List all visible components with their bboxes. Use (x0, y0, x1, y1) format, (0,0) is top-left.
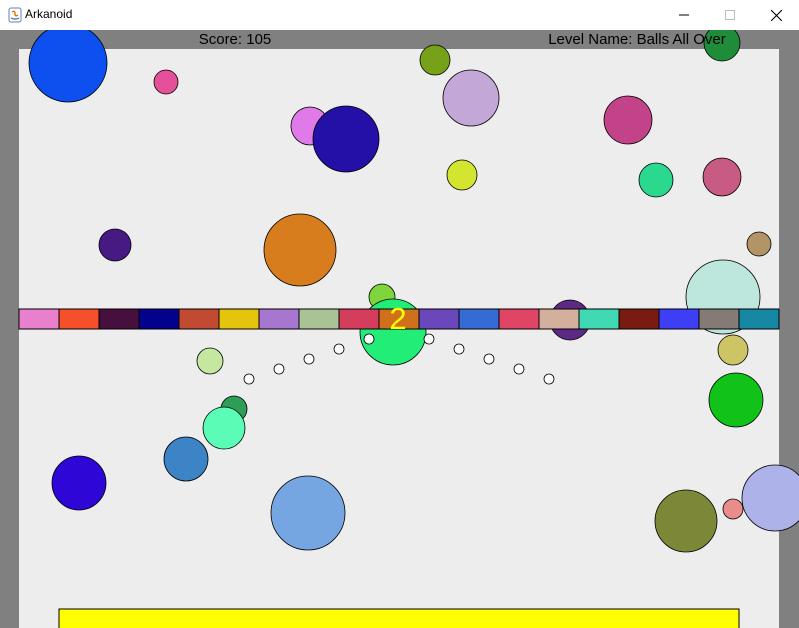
block (418, 308, 460, 330)
title-bar: Arkanoid (0, 0, 799, 31)
ball (423, 333, 435, 345)
block (738, 308, 780, 330)
decor-circle (419, 44, 451, 76)
level-name-label: Level Name: Balls All Over (548, 31, 726, 48)
block (98, 308, 140, 330)
decor-circle (746, 231, 772, 257)
lives-counter: 2 (389, 301, 406, 336)
ball (453, 343, 465, 355)
block (178, 308, 220, 330)
decor-circle (270, 475, 346, 551)
minimize-button[interactable] (661, 0, 707, 30)
decor-circle (654, 489, 718, 553)
ball (333, 343, 345, 355)
block (58, 308, 100, 330)
block (298, 308, 340, 330)
ball (543, 373, 555, 385)
decor-circle (51, 455, 107, 511)
ball (363, 333, 375, 345)
block (18, 308, 60, 330)
block (578, 308, 620, 330)
decor-circle (442, 69, 500, 127)
java-app-icon (8, 7, 22, 23)
close-icon (770, 9, 782, 21)
game-canvas[interactable]: 2 Score: 105 Level Name: Balls All Over (0, 30, 799, 628)
decor-circle (263, 213, 337, 287)
ball (243, 373, 255, 385)
decor-circle (638, 162, 674, 198)
block (658, 308, 700, 330)
decor-circle (722, 498, 744, 520)
block (138, 308, 180, 330)
ball (273, 363, 285, 375)
decor-circle (98, 228, 132, 262)
close-button[interactable] (753, 0, 799, 30)
decor-circle (153, 69, 179, 95)
decor-circle (196, 347, 224, 375)
decor-circle (163, 436, 209, 482)
block (698, 308, 740, 330)
maximize-icon (725, 10, 735, 20)
paddle[interactable] (58, 608, 740, 628)
ball (513, 363, 525, 375)
decor-circle (708, 372, 764, 428)
window-title: Arkanoid (25, 7, 73, 21)
maximize-button[interactable] (707, 0, 753, 30)
decor-circle (202, 406, 246, 450)
minimize-icon (679, 14, 689, 16)
block (218, 308, 260, 330)
block (618, 308, 660, 330)
block (458, 308, 500, 330)
block (338, 308, 380, 330)
decor-circle (702, 157, 742, 197)
ball (483, 353, 495, 365)
decor-circle (717, 334, 749, 366)
ball (303, 353, 315, 365)
block (498, 308, 540, 330)
decor-circle (446, 159, 478, 191)
block (538, 308, 580, 330)
decor-circle (312, 105, 380, 173)
score-label: Score: 105 (199, 31, 272, 48)
decor-circle (603, 95, 653, 145)
block (258, 308, 300, 330)
decor-circle (28, 30, 108, 103)
